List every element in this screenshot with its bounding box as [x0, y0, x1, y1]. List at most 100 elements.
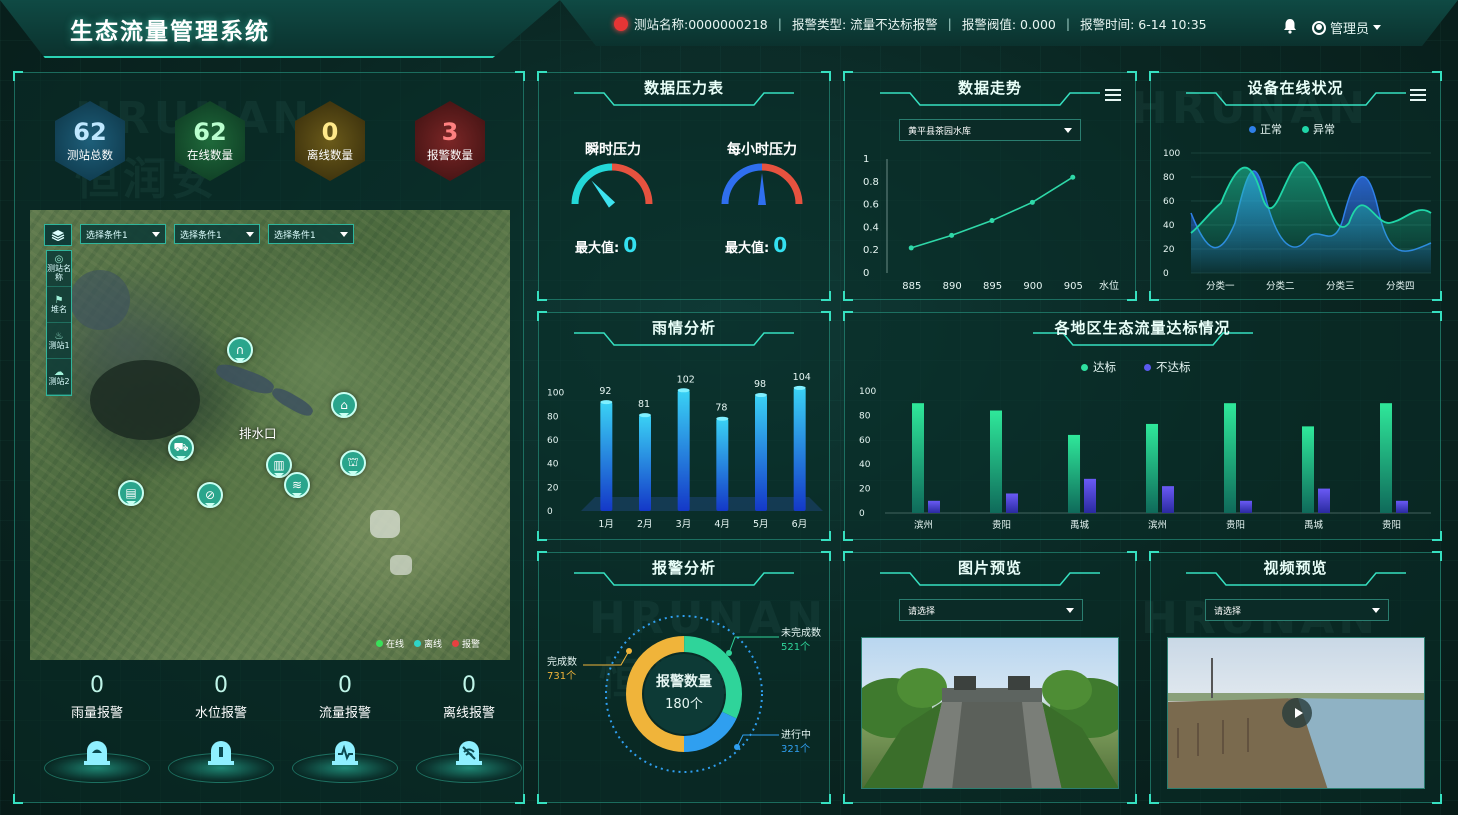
satellite-map[interactable]: 选择条件1 选择条件1 选择条件1 ◎ 测站名称 ⚑ 堆名 ♨ 测站1 ☁ 测站2 ∩ … [30, 210, 510, 660]
map-filter-select[interactable]: 选择条件1 [268, 224, 354, 244]
hex-value: 0 [321, 118, 339, 146]
hex-label: 离线数量 [307, 148, 353, 162]
hex-total-stations[interactable]: 62 测站总数 [51, 97, 129, 185]
target-icon: ◎ [54, 254, 64, 265]
callout-incomplete: 未完成数 521个 [781, 627, 821, 655]
legend-label: 异常 [1313, 123, 1335, 136]
menu-icon[interactable] [1105, 89, 1121, 102]
alarm-light-icon [614, 16, 628, 31]
y-tick-label: 0 [859, 509, 865, 519]
map-pin-bridge[interactable]: ⌂ [331, 392, 357, 418]
map-pin-pump[interactable]: ⛟ [168, 435, 194, 461]
rain-alarm-counter[interactable]: 0 雨量报警 [43, 673, 151, 783]
map-pin-meter[interactable]: ⊘ [197, 482, 223, 508]
play-button[interactable] [1282, 698, 1312, 728]
flow-alarm-counter[interactable]: 0 流量报警 [291, 673, 399, 783]
map-pin-tunnel[interactable]: ∩ [227, 337, 253, 363]
device-online-panel: HRUNAN 设备在线状况 正常 异常 0 20 40 60 80 100 分类一 分类二 分类… [1131, 71, 1442, 301]
photo-select[interactable]: 请选择 [899, 599, 1083, 621]
hex-label: 测站总数 [67, 148, 113, 162]
menu-icon[interactable] [1410, 89, 1426, 102]
online-legend: 正常 异常 [1249, 121, 1335, 137]
panel-title: 图片预览 [957, 559, 1022, 577]
station-photo[interactable] [861, 637, 1119, 789]
chevron-down-icon [246, 231, 254, 237]
trend-point [949, 232, 955, 238]
y-tick-label: 0.4 [863, 222, 879, 233]
counter-label: 离线报警 [442, 706, 495, 721]
x-tick-label: 885 [902, 281, 921, 292]
legend-dot [1144, 364, 1151, 371]
fail-bar [1162, 486, 1174, 513]
alarm-ticker[interactable]: 测站名称:0000000218 | 报警类型: 流量不达标报警 | 报警阀值: … [614, 14, 1207, 33]
fail-bar [1318, 488, 1330, 513]
hex-offline[interactable]: 0 离线数量 [291, 97, 369, 185]
map-pin-gate[interactable]: ⛫ [340, 450, 366, 476]
region-legend: 达标 不达标 [1081, 359, 1191, 375]
side-pile[interactable]: ⚑ 堆名 [47, 287, 71, 323]
video-player[interactable] [1167, 637, 1425, 789]
side-station2[interactable]: ☁ 测站2 [47, 359, 71, 395]
x-tick-label: 2月 [637, 519, 653, 530]
trend-line-chart: 0 0.2 0.4 0.6 0.8 1 885 890 895 900 905 水位 [863, 154, 1119, 292]
region-bar-chart: 0 20 40 60 80 100 滨州 贵阳 禹城 滨州 贵阳 禹城 贵阳 [859, 387, 1431, 531]
alarm-time: 报警时间: 6-14 10:35 [1080, 17, 1207, 32]
alarm-station: 测站名称:0000000218 [634, 17, 768, 32]
offline-alarm-counter[interactable]: 0 离线报警 [415, 673, 523, 783]
y-tick-label: 20 [547, 483, 559, 493]
x-tick-label: 滨州 [1148, 519, 1167, 531]
side-station1[interactable]: ♨ 测站1 [47, 323, 71, 359]
select-value: 选择条件1 [274, 230, 316, 241]
x-tick-label: 分类二 [1266, 280, 1295, 292]
callout-value: 521个 [781, 642, 811, 653]
rain-bar-cap [793, 385, 806, 390]
panel-title: 雨情分析 [651, 319, 716, 337]
video-select[interactable]: 请选择 [1205, 599, 1389, 621]
map-pin-flow[interactable]: ≋ [284, 472, 310, 498]
legend-dot [1302, 126, 1309, 133]
layers-button[interactable] [44, 224, 72, 246]
bell-icon[interactable] [1282, 18, 1298, 34]
hex-online[interactable]: 62 在线数量 [171, 97, 249, 185]
y-tick-label: 20 [1163, 245, 1175, 255]
y-tick-label: 20 [859, 485, 871, 495]
side-label: 测站名称 [47, 264, 71, 282]
x-axis-label: 水位 [1099, 279, 1119, 292]
rain-data-label: 81 [638, 399, 650, 410]
side-label: 测站1 [48, 340, 70, 350]
map-filter-select[interactable]: 选择条件1 [174, 224, 260, 244]
counter-value: 0 [462, 673, 476, 698]
counter-label: 流量报警 [318, 706, 371, 721]
legend-fail: 不达标 [1144, 359, 1191, 375]
x-tick-label: 4月 [714, 519, 730, 530]
siren-rain-icon [84, 741, 110, 765]
hourly-max: 最大值: 0 [725, 233, 787, 257]
rain-bar-cap [716, 416, 729, 421]
side-station-name[interactable]: ◎ 测站名称 [47, 251, 71, 287]
hex-alarms[interactable]: 3 报警数量 [411, 97, 489, 185]
trend-panel: 数据走势 黄平县茶园水库 0 0.2 0.4 0.6 0.8 1 885 890 895 900 9… [843, 71, 1137, 301]
callout-in-progress: 进行中 321个 [781, 729, 811, 757]
user-menu[interactable]: 管理员 [1312, 18, 1382, 37]
water-level-alarm-counter[interactable]: 0 水位报警 [167, 673, 275, 783]
alarm-counters: 0 雨量报警 0 水位报警 0 流量报警 0 离线报警 [29, 673, 522, 793]
select-value: 选择条件1 [180, 230, 222, 241]
drop-icon: ♨ [54, 330, 64, 342]
rain-bar-chart: 0 20 40 60 80 100 92 1月 81 2月 102 3月 78 4月 98 5月 104 6月 [547, 372, 823, 530]
map-filter-select[interactable]: 选择条件1 [80, 224, 166, 244]
rain-data-label: 92 [599, 386, 611, 397]
max-label: 最大值: [725, 241, 770, 256]
counter-value: 0 [90, 673, 104, 698]
map-place-label: 排水口 [239, 426, 277, 441]
hex-label: 报警数量 [427, 148, 473, 162]
y-tick-label: 60 [859, 436, 871, 446]
map-legend: 在线 离线 报警 [375, 637, 480, 650]
instant-pressure-gauge [571, 163, 653, 208]
trend-series-line [910, 176, 1074, 249]
legend-alarm: 报警 [451, 637, 480, 650]
reservoir-select[interactable]: 黄平县茶园水库 [899, 119, 1081, 141]
map-pin-sluice[interactable]: ▤ [118, 480, 144, 506]
chevron-down-icon [152, 231, 160, 237]
pass-bar [990, 410, 1002, 513]
pass-bar [1302, 426, 1314, 513]
